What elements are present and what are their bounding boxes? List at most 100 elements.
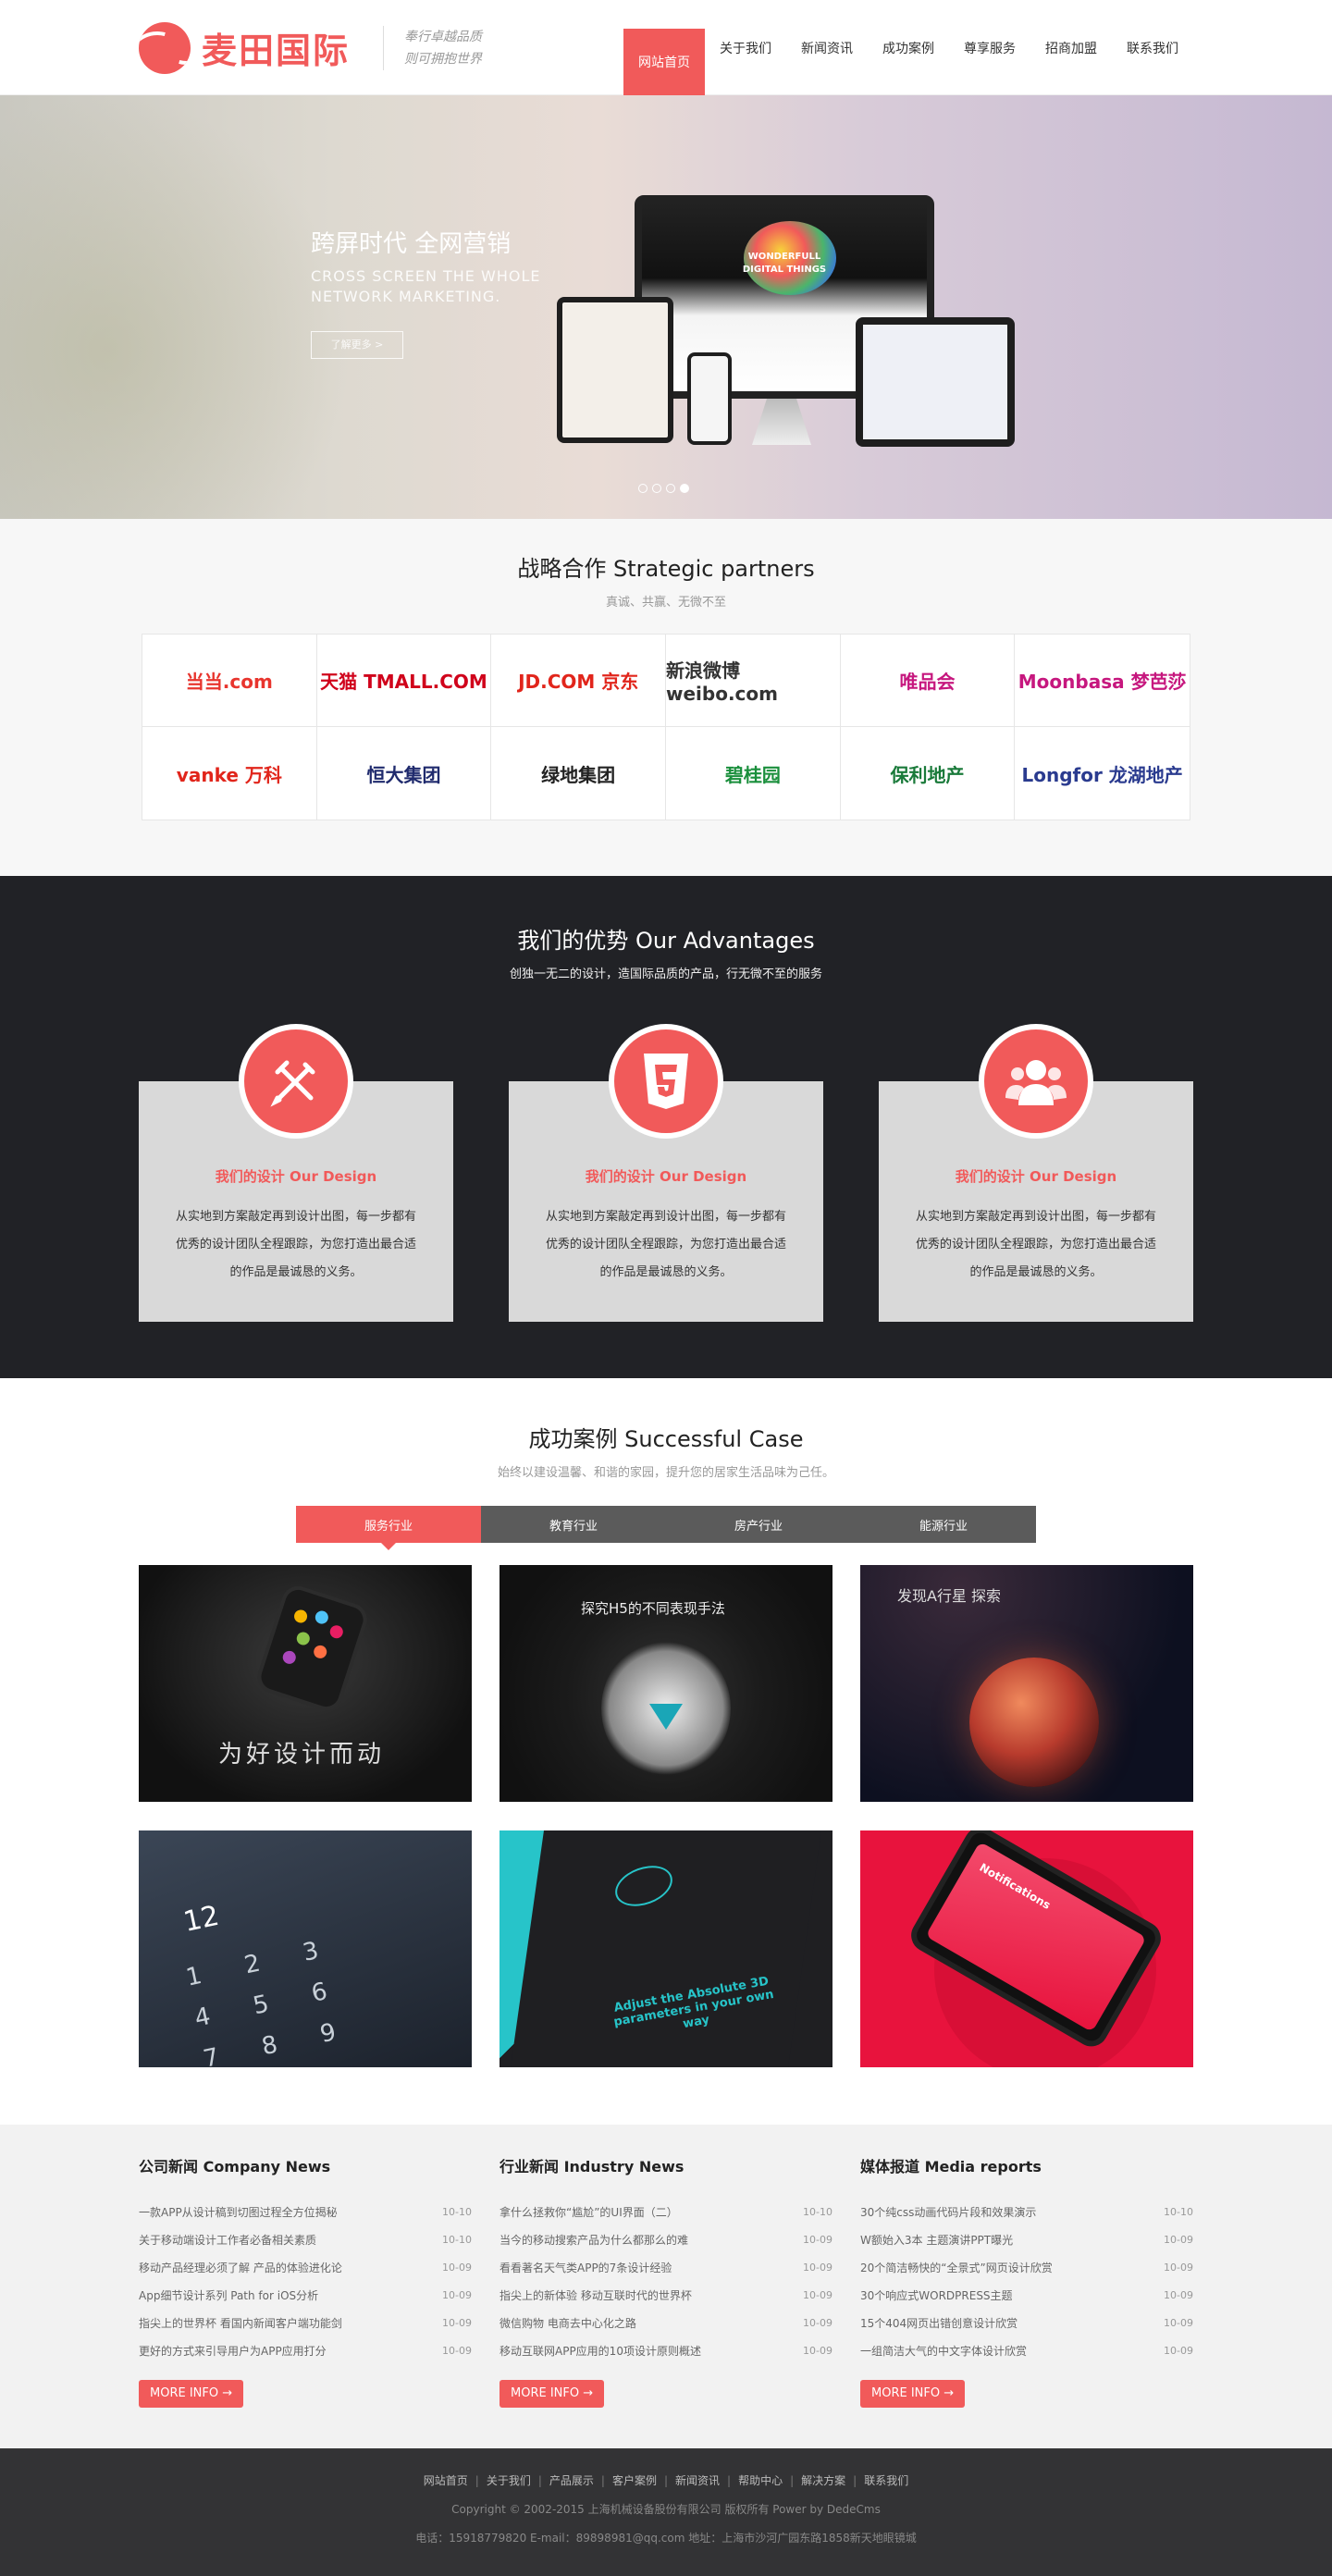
tab-education-industry[interactable]: 教育行业 [481, 1506, 666, 1543]
tab-service-industry[interactable]: 服务行业 [296, 1506, 481, 1550]
footer-link[interactable]: 关于我们 [487, 2474, 531, 2487]
slider-dot[interactable] [652, 484, 661, 493]
nav-contact[interactable]: 联系我们 [1112, 0, 1193, 95]
news-item[interactable]: 一款APP从设计稿到切图过程全方位揭秘 10-10 [139, 2199, 472, 2226]
advantages-subtitle: 创独一无二的设计，造国际品质的产品，行无微不至的服务 [509, 968, 822, 981]
app-dot [312, 1644, 329, 1660]
news-item-date: 10-09 [1164, 2262, 1193, 2274]
footer-link[interactable]: 解决方案 [801, 2474, 845, 2487]
advantage-cards: 我们的设计 Our Design 从实地到方案敲定再到设计出图，每一步都有优秀的… [139, 1024, 1193, 1322]
banner-text: 跨屏时代 全网营销 CROSS SCREEN THE WHOLE NETWORK… [311, 225, 540, 359]
news-item-title[interactable]: 移动互联网APP应用的10项设计原则概述 [500, 2337, 701, 2365]
news-item[interactable]: 20个简洁畅快的“全景式”网页设计欣赏 10-09 [860, 2254, 1193, 2282]
news-item-title[interactable]: 更好的方式来引导用户为APP应用打分 [139, 2337, 327, 2365]
news-item-title[interactable]: 移动产品经理必须了解 产品的体验进化论 [139, 2254, 342, 2282]
footer-link[interactable]: 帮助中心 [738, 2474, 783, 2487]
nav-franchise[interactable]: 招商加盟 [1030, 0, 1112, 95]
news-item-title[interactable]: 指尖上的世界杯 看国内新闻客户端功能剑 [139, 2310, 342, 2337]
partner-logo-vip[interactable]: 唯品会 [840, 635, 1016, 727]
more-info-button[interactable]: MORE INFO → [500, 2380, 605, 2408]
partner-logo-moonbasa[interactable]: Moonbasa 梦芭莎 [1015, 635, 1190, 727]
case-card[interactable]: Notifications [860, 1830, 1193, 2067]
news-item[interactable]: 指尖上的世界杯 看国内新闻客户端功能剑 10-09 [139, 2310, 472, 2337]
news-item-title[interactable]: W额始入3本 主题演讲PPT曝光 [860, 2226, 1013, 2254]
news-item-title[interactable]: 微信购物 电商去中心化之路 [500, 2310, 636, 2337]
news-item-title[interactable]: 20个简洁畅快的“全景式”网页设计欣赏 [860, 2254, 1053, 2282]
nav-cases[interactable]: 成功案例 [868, 0, 949, 95]
partner-logo-vanke[interactable]: vanke 万科 [142, 727, 317, 820]
partner-logo-weibo[interactable]: 新浪微博 weibo.com [666, 635, 841, 727]
news-item[interactable]: 30个响应式WORDPRESS主题 10-09 [860, 2282, 1193, 2310]
news-item-title[interactable]: 拿什么拯救你“尴尬”的UI界面（二） [500, 2199, 678, 2226]
news-item[interactable]: 拿什么拯救你“尴尬”的UI界面（二） 10-10 [500, 2199, 832, 2226]
banner-more-button[interactable]: 了解更多 > [311, 331, 403, 359]
case-card[interactable]: 发现A行星 探索 [860, 1565, 1193, 1802]
footer-link[interactable]: 新闻资讯 [675, 2474, 720, 2487]
slider-dot-active[interactable] [680, 484, 689, 493]
case-card[interactable]: Adjust the Absolute 3D parameters in you… [500, 1830, 832, 2067]
slider-dot[interactable] [638, 484, 648, 493]
news-item[interactable]: 更好的方式来引导用户为APP应用打分 10-09 [139, 2337, 472, 2365]
news-item-title[interactable]: 当今的移动搜索产品为什么都那么的难 [500, 2226, 688, 2254]
case-card[interactable]: 探究H5的不同表现手法 [500, 1565, 832, 1802]
footer-separator: | [790, 2474, 795, 2487]
news-item[interactable]: W额始入3本 主题演讲PPT曝光 10-09 [860, 2226, 1193, 2254]
news-item-title[interactable]: 30个纯css动画代码片段和效果演示 [860, 2199, 1036, 2226]
news-item[interactable]: 移动互联网APP应用的10项设计原则概述 10-09 [500, 2337, 832, 2365]
news-item[interactable]: 微信购物 电商去中心化之路 10-09 [500, 2310, 832, 2337]
more-info-button[interactable]: MORE INFO → [139, 2380, 244, 2408]
tab-real-estate-industry[interactable]: 房产行业 [666, 1506, 851, 1543]
news-item-date: 10-09 [1164, 2317, 1193, 2329]
news-item-title[interactable]: App细节设计系列 Path for iOS分析 [139, 2282, 318, 2310]
news-item[interactable]: 关于移动端设计工作者必备相关素质 10-10 [139, 2226, 472, 2254]
news-item[interactable]: 看看著名天气类APP的7条设计经验 10-09 [500, 2254, 832, 2282]
partner-logo-longfor[interactable]: Longfor 龙湖地产 [1015, 727, 1190, 820]
app-dot [314, 1608, 330, 1626]
footer-link[interactable]: 网站首页 [424, 2474, 468, 2487]
news-item[interactable]: App细节设计系列 Path for iOS分析 10-09 [139, 2282, 472, 2310]
footer-link[interactable]: 联系我们 [864, 2474, 908, 2487]
case-card[interactable]: 为好设计而动 [139, 1565, 472, 1802]
smartwatch-image [253, 1582, 372, 1715]
nav-services[interactable]: 尊享服务 [949, 0, 1030, 95]
partner-logo-dangdang.com[interactable]: 当当.com [142, 635, 317, 727]
nav-home[interactable]: 网站首页 [623, 29, 705, 95]
news-item[interactable]: 当今的移动搜索产品为什么都那么的难 10-09 [500, 2226, 832, 2254]
partner-logo-tmall[interactable]: 天猫 TMALL.COM [316, 635, 492, 727]
news-item[interactable]: 移动产品经理必须了解 产品的体验进化论 10-09 [139, 2254, 472, 2282]
app-dot [327, 1623, 345, 1641]
advantage-desc: 从实地到方案敲定再到设计出图，每一步都有优秀的设计团队全程跟踪，为您打造出最合适… [916, 1210, 1157, 1279]
news-item-title[interactable]: 一组简洁大气的中文字体设计欣赏 [860, 2337, 1027, 2365]
news-item[interactable]: 15个404网页出错创意设计欣赏 10-09 [860, 2310, 1193, 2337]
partner-logo-poly[interactable]: 保利地产 [841, 727, 1016, 820]
footer-link[interactable]: 产品展示 [549, 2474, 594, 2487]
footer-separator: | [727, 2474, 732, 2487]
news-item-title[interactable]: 指尖上的新体验 移动互联时代的世界杯 [500, 2282, 692, 2310]
news-item-date: 10-10 [1164, 2206, 1193, 2218]
advantage-desc: 从实地到方案敲定再到设计出图，每一步都有优秀的设计团队全程跟踪，为您打造出最合适… [546, 1210, 787, 1279]
partner-logo-evergrande[interactable]: 恒大集团 [317, 727, 492, 820]
news-item-title[interactable]: 看看著名天气类APP的7条设计经验 [500, 2254, 672, 2282]
slider-dot[interactable] [666, 484, 675, 493]
partner-logo-jd[interactable]: JD.COM 京东 [491, 635, 666, 727]
nav-about[interactable]: 关于我们 [705, 0, 786, 95]
hero-banner: 跨屏时代 全网营销 CROSS SCREEN THE WHOLE NETWORK… [0, 95, 1332, 519]
partner-logo-greenland[interactable]: 绿地集团 [491, 727, 666, 820]
news-item[interactable]: 30个纯css动画代码片段和效果演示 10-10 [860, 2199, 1193, 2226]
news-item-title[interactable]: 15个404网页出错创意设计欣赏 [860, 2310, 1018, 2337]
news-item[interactable]: 一组简洁大气的中文字体设计欣赏 10-09 [860, 2337, 1193, 2365]
site-logo[interactable]: 麦田国际 [139, 21, 350, 74]
news-item-title[interactable]: 一款APP从设计稿到切图过程全方位揭秘 [139, 2199, 338, 2226]
footer-link[interactable]: 客户案例 [612, 2474, 657, 2487]
tab-energy-industry[interactable]: 能源行业 [851, 1506, 1036, 1543]
advantage-card: 我们的设计 Our Design 从实地到方案敲定再到设计出图，每一步都有优秀的… [139, 1024, 453, 1322]
case-card[interactable]: 12 123 456 789 [139, 1830, 472, 2067]
more-info-button[interactable]: MORE INFO → [860, 2380, 966, 2408]
news-item-title[interactable]: 30个响应式WORDPRESS主题 [860, 2282, 1013, 2310]
advantage-name: 我们的设计 Our Design [585, 1168, 747, 1185]
partner-logo-country-garden[interactable]: 碧桂园 [666, 727, 841, 820]
news-item[interactable]: 指尖上的新体验 移动互联时代的世界杯 10-09 [500, 2282, 832, 2310]
news-item-title[interactable]: 关于移动端设计工作者必备相关素质 [139, 2226, 316, 2254]
nav-news[interactable]: 新闻资讯 [786, 0, 868, 95]
case-caption: 12 [180, 1899, 222, 1939]
